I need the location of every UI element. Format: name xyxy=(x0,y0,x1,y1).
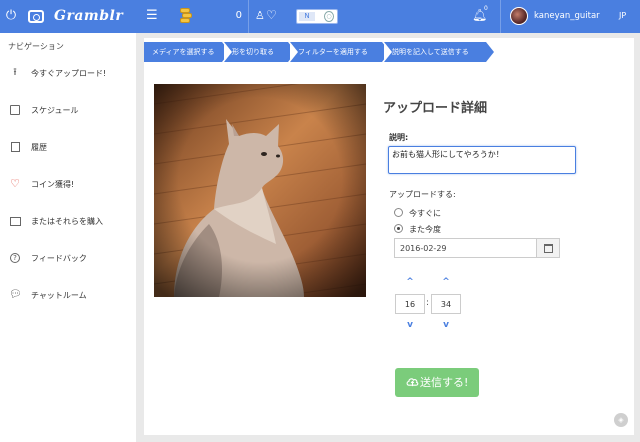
award-icon[interactable]: ♙ xyxy=(255,9,265,22)
sidebar-item-earn-coins[interactable]: ♡ コイン獲得! xyxy=(0,174,136,196)
radio-now[interactable] xyxy=(394,208,403,217)
question-icon: ? xyxy=(10,253,20,263)
description-label: 説明: xyxy=(389,133,409,142)
hour-up-chevron-icon[interactable]: ^ xyxy=(405,278,415,287)
sidebar-item-feedback[interactable]: ? フィードバック xyxy=(0,248,136,270)
main-panel: メディアを選択する 形を切り取る フィルターを適用する 説明を記入して送信する xyxy=(144,38,634,435)
coin-count: 0 xyxy=(235,10,242,21)
minute-down-chevron-icon[interactable]: v xyxy=(441,321,451,330)
sidebar-item-label: 今すぐアップロード! xyxy=(31,69,107,78)
sidebar-item-schedule[interactable]: スケジュール xyxy=(0,100,136,122)
step-describe-send[interactable]: 説明を記入して送信する xyxy=(384,42,494,62)
date-input[interactable] xyxy=(394,238,536,258)
sidebar-item-chatroom[interactable]: 💬︎ チャットルーム xyxy=(0,285,136,307)
sidebar-item-history[interactable]: 履歴 xyxy=(0,137,136,159)
notification-badge: 0 xyxy=(484,5,488,12)
app-logo: Gramblr xyxy=(54,8,124,24)
send-button[interactable]: 送信する! xyxy=(395,368,479,397)
radio-later[interactable] xyxy=(394,224,403,233)
step-select-media[interactable]: メディアを選択する xyxy=(144,42,230,62)
cart-icon xyxy=(10,217,21,226)
divider xyxy=(248,0,249,33)
sidebar-item-label: スケジュール xyxy=(31,106,79,115)
sidebar-item-label: 履歴 xyxy=(31,143,47,152)
minute-input[interactable] xyxy=(431,294,461,314)
coin-stack-icon xyxy=(178,7,194,25)
mode-toggle[interactable]: N ○ xyxy=(296,9,338,24)
sidebar-item-label: フィードバック xyxy=(31,254,87,263)
username[interactable]: kaneyan_guitar xyxy=(534,11,600,21)
sidebar-item-label: またはそれらを購入 xyxy=(31,217,103,226)
hour-down-chevron-icon[interactable]: v xyxy=(405,321,415,330)
calendar-icon xyxy=(10,105,20,115)
cloud-upload-icon xyxy=(406,378,419,387)
top-bar: ⏻ Gramblr ☰ 0 ♙ ♡ N ○ 🔔︎ 0 kaneyan_guita… xyxy=(0,0,640,33)
form-title: アップロード詳細 xyxy=(383,101,488,116)
send-button-label: 送信する! xyxy=(420,376,469,389)
minute-up-chevron-icon[interactable]: ^ xyxy=(441,278,451,287)
cat-photo xyxy=(154,84,366,297)
history-icon xyxy=(11,142,20,152)
step-crop[interactable]: 形を切り取る xyxy=(224,42,296,62)
avatar[interactable] xyxy=(510,7,528,25)
hour-input[interactable] xyxy=(395,294,425,314)
upload-when-label: アップロードする: xyxy=(389,190,456,199)
time-colon: : xyxy=(426,298,430,308)
sidebar-item-label: チャットルーム xyxy=(31,291,87,300)
date-picker-button[interactable] xyxy=(536,238,560,258)
step-filter[interactable]: フィルターを適用する xyxy=(290,42,390,62)
instagram-logo-icon xyxy=(28,10,44,23)
toggle-off-icon: ○ xyxy=(324,11,334,22)
power-icon[interactable]: ⏻ xyxy=(4,9,18,23)
chat-icon: 💬︎ xyxy=(9,289,22,300)
description-input[interactable]: お前も猫人形にしてやろうか！ xyxy=(388,146,576,174)
sidebar-item-upload-now[interactable]: ⭱ 今すぐアップロード! xyxy=(0,63,136,85)
option-now-label: 今すぐに xyxy=(409,209,441,218)
heart-outline-icon[interactable]: ♡ xyxy=(266,8,277,22)
calendar-icon xyxy=(544,244,553,253)
toggle-knob: N xyxy=(299,12,315,21)
hamburger-menu-icon[interactable]: ☰ xyxy=(146,9,158,23)
sidebar: ナビゲーション ⭱ 今すぐアップロード! スケジュール 履歴 ♡ コイン獲得! … xyxy=(0,33,136,442)
option-later-label: また今度 xyxy=(409,225,441,234)
heart-icon: ♡ xyxy=(10,177,20,190)
language-selector[interactable]: JP xyxy=(619,11,626,20)
upload-icon: ⭱ xyxy=(13,67,17,78)
nav-title: ナビゲーション xyxy=(8,42,64,51)
tag-icon[interactable]: ◈ xyxy=(614,413,628,427)
sidebar-item-label: コイン獲得! xyxy=(31,180,75,189)
divider xyxy=(500,0,501,33)
sidebar-item-buy[interactable]: またはそれらを購入 xyxy=(0,211,136,233)
